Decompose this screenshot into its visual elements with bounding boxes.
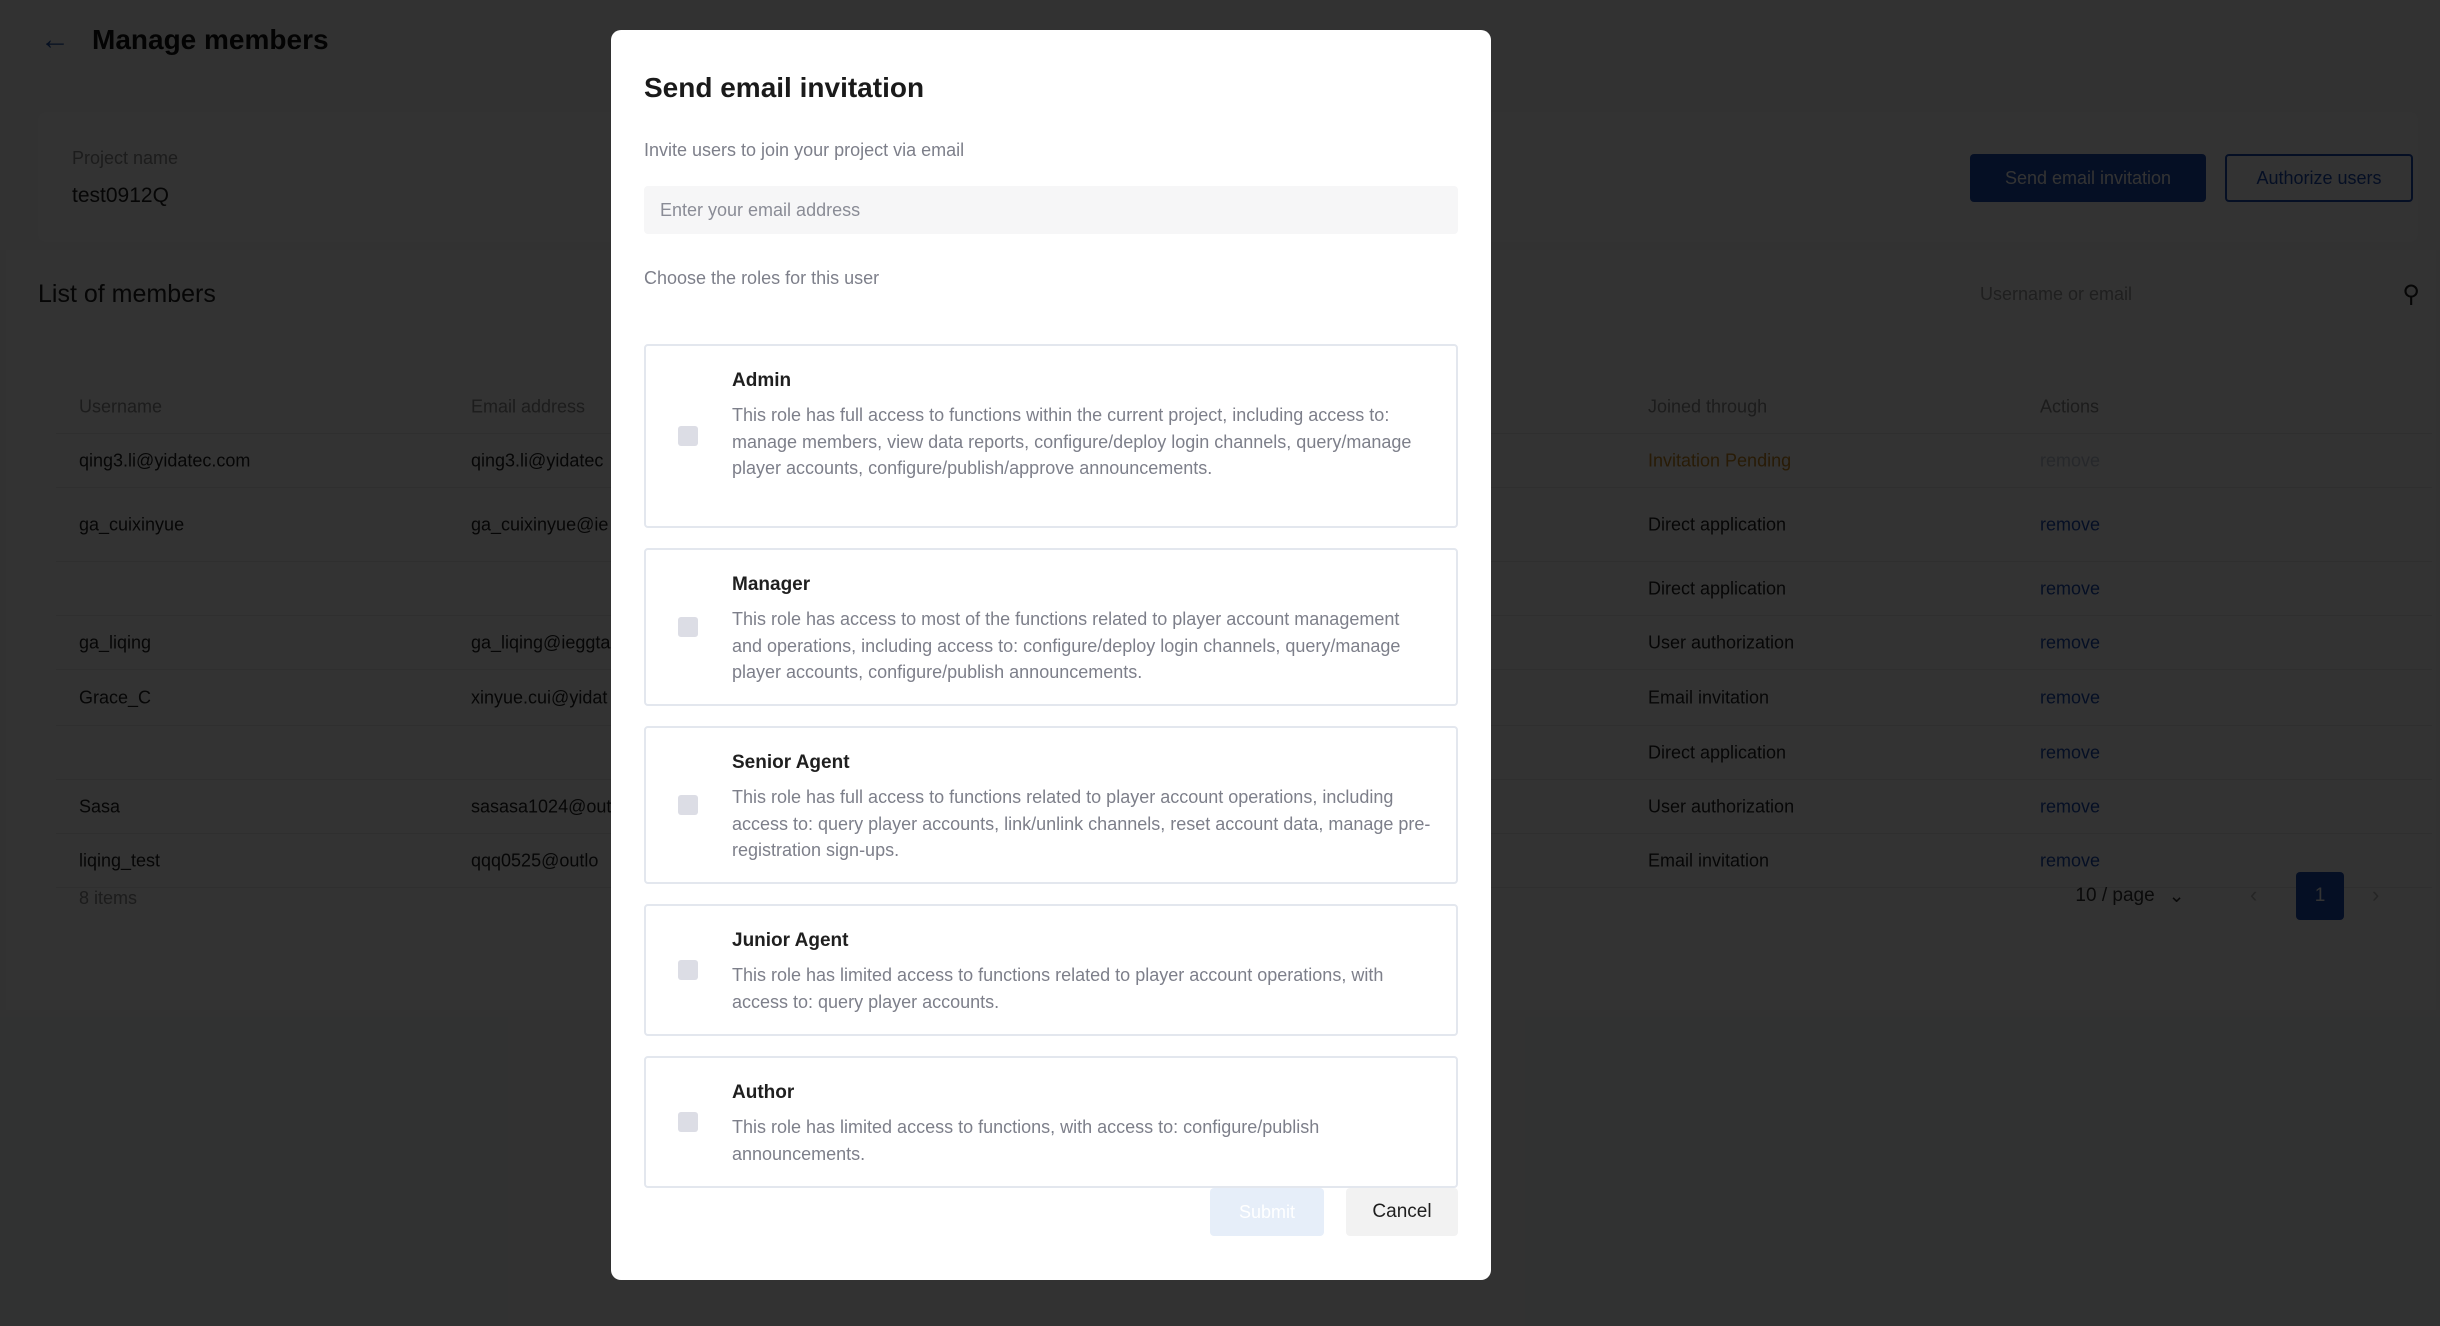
role-name: Admin [732, 370, 792, 391]
role-name: Author [732, 1082, 795, 1103]
modal-subtitle: Invite users to join your project via em… [644, 140, 965, 160]
role-description: This role has full access to functions r… [732, 787, 1431, 860]
role-checkbox[interactable] [678, 960, 698, 980]
role-checkbox[interactable] [678, 617, 698, 637]
role-checkbox[interactable] [678, 795, 698, 815]
role-description: This role has limited access to function… [732, 1117, 1320, 1164]
role-description: This role has full access to functions w… [732, 405, 1412, 478]
roles-label: Choose the roles for this user [644, 268, 880, 288]
cancel-button[interactable]: Cancel [1346, 1188, 1458, 1236]
role-checkbox[interactable] [678, 426, 698, 446]
role-name: Senior Agent [732, 752, 850, 773]
role-name: Junior Agent [732, 930, 849, 951]
role-option-senior-agent[interactable]: Senior Agent This role has full access to… [644, 726, 1458, 884]
role-option-author[interactable]: Author This role has limited access to fu… [644, 1056, 1458, 1188]
role-description: This role has limited access to function… [732, 965, 1384, 1012]
role-option-admin[interactable]: Admin This role has full access to functi… [644, 344, 1458, 528]
role-option-manager[interactable]: Manager This role has access to most of t… [644, 548, 1458, 706]
email-input[interactable] [644, 186, 1458, 234]
role-checkbox[interactable] [678, 1112, 698, 1132]
role-description: This role has access to most of the func… [732, 609, 1401, 682]
submit-button[interactable]: Submit [1210, 1188, 1324, 1236]
role-name: Manager [732, 574, 811, 595]
send-email-invitation-modal: Send email invitation Invite users to jo… [611, 30, 1491, 1280]
modal-title: Send email invitation [644, 72, 925, 103]
role-option-junior-agent[interactable]: Junior Agent This role has limited access… [644, 904, 1458, 1036]
